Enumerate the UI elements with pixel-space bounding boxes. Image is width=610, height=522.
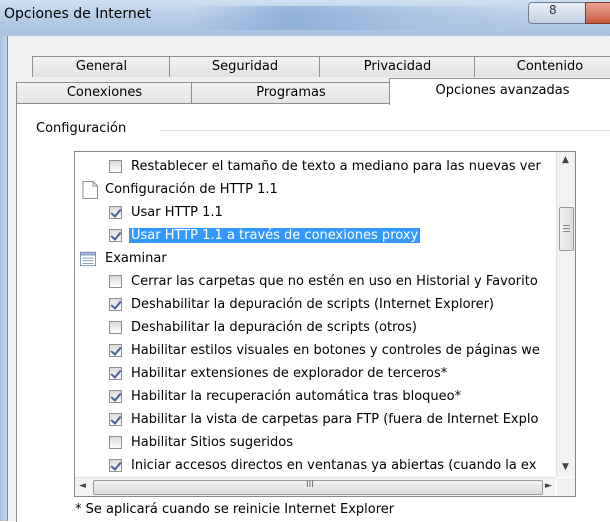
setting-label: Habilitar estilos visuales en botones y … [131,343,540,358]
checkbox[interactable] [109,206,122,219]
setting-row[interactable]: Habilitar estilos visuales en botones y … [75,340,555,362]
category-row[interactable]: Examinar [75,248,555,270]
setting-row[interactable]: Usar HTTP 1.1 [75,202,555,224]
window-title: Opciones de Internet [4,6,151,22]
group-label: Configuración [36,121,133,136]
checkbox[interactable] [109,229,122,242]
checkbox[interactable] [109,160,122,173]
tab-contenido[interactable]: Contenido [474,56,610,77]
checkbox[interactable] [109,390,122,403]
checkbox[interactable] [109,367,122,380]
restart-footnote: * Se aplicará cuando se reinicie Interne… [75,502,395,517]
setting-row[interactable]: Deshabilitar la depuración de scripts (o… [75,317,555,339]
checkbox[interactable] [109,413,122,426]
checkbox[interactable] [109,321,122,334]
setting-label: Cerrar las carpetas que no estén en uso … [131,274,538,289]
scroll-right-icon[interactable]: ► [545,481,552,491]
tab-seguridad[interactable]: Seguridad [169,56,321,77]
settings-tree[interactable]: Restablecer el tamaño de texto a mediano… [74,151,576,497]
setting-row[interactable]: Cerrar las carpetas que no estén en uso … [75,271,555,293]
vertical-scrollbar[interactable]: ▲ ▼ [556,152,575,477]
setting-row[interactable]: Habilitar la recuperación automática tra… [75,386,555,408]
setting-label: Habilitar la recuperación automática tra… [131,389,462,404]
checkbox[interactable] [109,344,122,357]
group-divider [160,130,610,131]
setting-label: Iniciar accesos directos en ventanas ya … [131,458,537,473]
checkbox[interactable] [109,459,122,472]
setting-label: Deshabilitar la depuración de scripts (I… [131,297,494,312]
setting-row-selected[interactable]: Usar HTTP 1.1 a través de conexiones pro… [75,225,555,247]
scroll-left-icon[interactable]: ◄ [79,481,86,491]
title-bar-glow [190,6,520,30]
tab-conexiones[interactable]: Conexiones [16,82,193,103]
setting-label: Habilitar Sitios sugeridos [131,435,293,450]
list-icon [80,251,96,267]
setting-label: Usar HTTP 1.1 a través de conexiones pro… [129,228,421,243]
grip-icon: III [306,480,314,490]
setting-label: Habilitar la vista de carpetas para FTP … [131,412,539,427]
horizontal-scroll-thumb[interactable]: III [93,480,543,495]
checkbox[interactable] [109,275,122,288]
setting-label: Habilitar extensiones de explorador de t… [131,366,448,381]
close-button[interactable] [585,2,610,24]
setting-label: Deshabilitar la depuración de scripts (o… [131,320,417,335]
tab-opciones-avanzadas[interactable]: Opciones avanzadas [389,78,610,105]
category-label: Configuración de HTTP 1.1 [105,182,278,197]
category-label: Examinar [105,251,167,266]
setting-row[interactable]: Habilitar Sitios sugeridos [75,432,555,454]
scroll-down-icon[interactable]: ▼ [562,462,569,472]
scroll-up-icon[interactable]: ▲ [562,155,569,165]
setting-row[interactable]: Deshabilitar la depuración de scripts (I… [75,294,555,316]
tab-privacidad[interactable]: Privacidad [319,56,476,77]
window-frame [0,36,8,521]
category-row[interactable]: Configuración de HTTP 1.1 [75,179,555,201]
setting-row[interactable]: Iniciar accesos directos en ventanas ya … [75,455,555,477]
title-bar: Opciones de Internet 8 [0,0,610,36]
horizontal-scrollbar[interactable]: ◄ III ► [75,477,556,496]
tab-general[interactable]: General [32,56,171,77]
page-icon [82,181,98,199]
tab-programas[interactable]: Programas [191,82,391,103]
setting-label: Usar HTTP 1.1 [131,205,223,220]
minimize-button[interactable]: 8 [528,2,588,24]
setting-label: Restablecer el tamaño de texto a mediano… [131,159,541,174]
checkbox[interactable] [109,436,122,449]
minimize-icon: 8 [549,3,557,17]
setting-row[interactable]: Habilitar extensiones de explorador de t… [75,363,555,385]
setting-row[interactable]: Restablecer el tamaño de texto a mediano… [75,156,555,178]
scrollbar-corner [557,478,575,496]
vertical-scroll-thumb[interactable] [559,207,574,251]
checkbox[interactable] [109,298,122,311]
setting-row[interactable]: Habilitar la vista de carpetas para FTP … [75,409,555,431]
